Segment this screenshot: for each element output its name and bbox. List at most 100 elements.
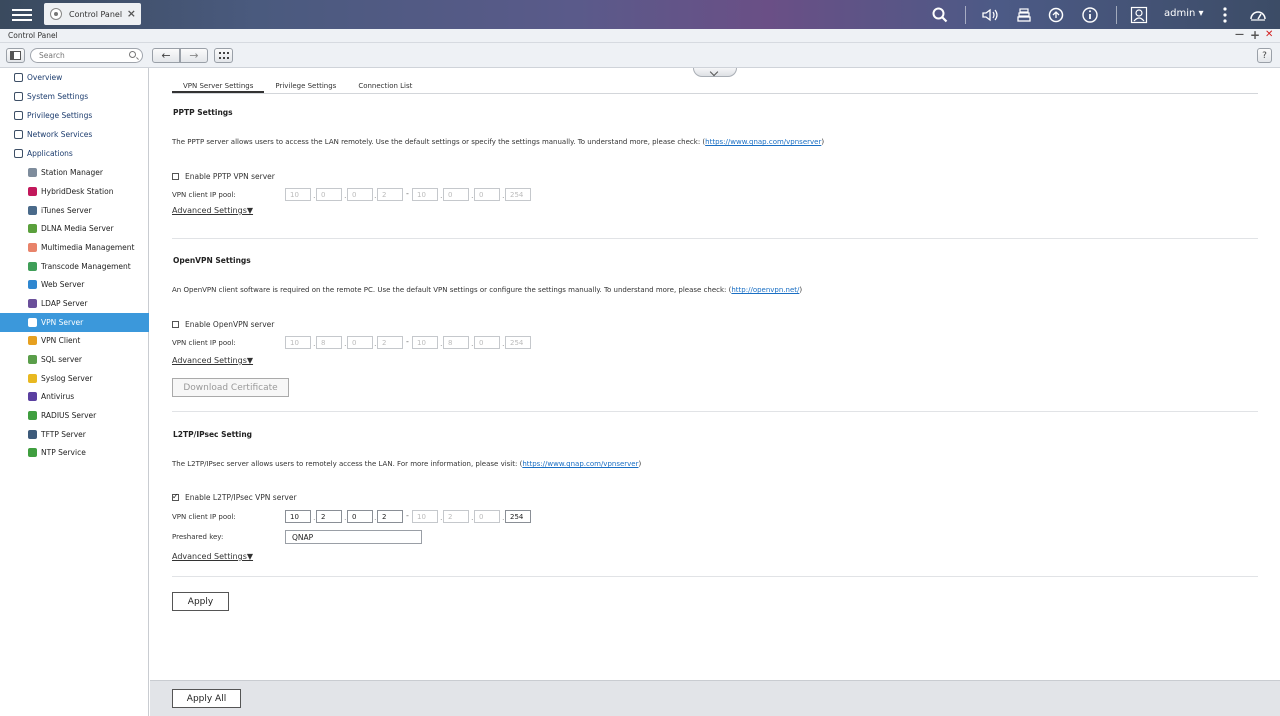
tab-privilege-settings[interactable]: Privilege Settings [264, 80, 347, 93]
tasks-icon[interactable] [1014, 5, 1034, 25]
openvpn-link[interactable]: http://openvpn.net/ [731, 286, 799, 294]
openvpn-ip-octet-input[interactable]: 254 [505, 336, 531, 349]
sidebar-item-web-server[interactable]: Web Server [0, 275, 149, 294]
sidebar-item-station-manager[interactable]: Station Manager [0, 163, 149, 182]
openvpn-ip-octet-input[interactable]: 0 [347, 336, 373, 349]
sidebar-item-privilege-settings[interactable]: Privilege Settings [0, 106, 149, 125]
pptp-ip-octet-input[interactable]: 0 [443, 188, 469, 201]
sidebar-item-multimedia-management[interactable]: Multimedia Management [0, 238, 149, 257]
close-tab-icon[interactable]: × [127, 7, 136, 20]
openvpn-ip-octet-input[interactable]: 2 [377, 336, 403, 349]
l2tp-enable-label: Enable L2TP/IPsec VPN server [185, 493, 297, 502]
forward-button[interactable]: → [180, 48, 208, 63]
l2tp-advanced-settings-link[interactable]: Advanced Settings▼ [172, 552, 253, 561]
pptp-ip-octet-input[interactable]: 10 [285, 188, 311, 201]
l2tp-enable-checkbox[interactable] [172, 492, 179, 501]
back-button[interactable]: ← [152, 48, 180, 63]
pptp-ip-octet-input[interactable]: 0 [474, 188, 500, 201]
control-panel-icon [50, 8, 62, 20]
pptp-ip-octet-input[interactable]: 0 [316, 188, 342, 201]
sidebar-icon [10, 51, 21, 60]
sidebar-item-hybriddesk-station[interactable]: HybridDesk Station [0, 182, 149, 201]
search-icon[interactable] [129, 51, 136, 58]
apps-grid-button[interactable] [214, 48, 233, 63]
dashboard-icon[interactable] [1248, 5, 1268, 25]
openvpn-desc-end: ) [799, 286, 803, 294]
user-menu[interactable]: admin ▾ [1164, 8, 1204, 19]
sidebar-item-sql-server[interactable]: SQL server [0, 350, 149, 369]
openvpn-ip-octet-input[interactable]: 10 [285, 336, 311, 349]
search-input[interactable] [39, 49, 129, 62]
pptp-desc-end: ) [821, 138, 825, 146]
sidebar-item-label: Multimedia Management [41, 243, 135, 252]
pptp-ip-octet-input[interactable]: 10 [412, 188, 438, 201]
sidebar-item-vpn-server[interactable]: VPN Server [0, 313, 149, 332]
sidebar-toggle-button[interactable] [6, 48, 25, 63]
openvpn-ip-octet-input[interactable]: 8 [443, 336, 469, 349]
pptp-ip-pool: 10 0 0 2 10 0 0 254...... - [150, 188, 1280, 203]
pptp-ip-octet-input[interactable]: 0 [347, 188, 373, 201]
pptp-ip-octet-input[interactable]: 2 [377, 188, 403, 201]
openvpn-ip-octet-input[interactable]: 10 [412, 336, 438, 349]
sidebar-item-ntp-service[interactable]: NTP Service [0, 443, 149, 462]
openvpn-advanced-settings-link[interactable]: Advanced Settings▼ [172, 356, 253, 365]
sidebar-item-overview[interactable]: Overview [0, 68, 149, 87]
download-certificate-button[interactable]: Download Certificate [172, 378, 289, 397]
main-menu-icon[interactable] [12, 6, 32, 24]
volume-icon[interactable] [980, 5, 1000, 25]
ip-dot-separator: . [344, 513, 347, 522]
preshared-key-input[interactable]: QNAP [285, 530, 422, 544]
close-window-icon[interactable]: ✕ [1265, 29, 1273, 40]
l2tp-ip-octet-input[interactable]: 0 [474, 510, 500, 523]
apply-all-button[interactable]: Apply All [172, 689, 241, 708]
window-title-bar: Control Panel — + ✕ [0, 28, 1280, 43]
pptp-enable-checkbox[interactable] [172, 173, 179, 180]
tab-title: Control Panel [69, 9, 123, 19]
pptp-ip-octet-input[interactable]: 254 [505, 188, 531, 201]
search-icon[interactable] [930, 5, 950, 25]
info-icon[interactable] [1080, 5, 1100, 25]
openvpn-ip-octet-input[interactable]: 8 [316, 336, 342, 349]
pptp-enable-label: Enable PPTP VPN server [185, 172, 275, 181]
sidebar-item-radius-server[interactable]: RADIUS Server [0, 406, 149, 425]
l2tp-link[interactable]: https://www.qnap.com/vpnserver [522, 460, 638, 468]
sidebar-item-tftp-server[interactable]: TFTP Server [0, 425, 149, 444]
user-icon[interactable] [1129, 5, 1149, 25]
sidebar-item-system-settings[interactable]: System Settings [0, 87, 149, 106]
ldap-icon [28, 299, 37, 308]
section-divider [172, 411, 1258, 412]
syslog-icon [28, 374, 37, 383]
tab-connection-list[interactable]: Connection List [347, 80, 423, 93]
sidebar-item-ldap-server[interactable]: LDAP Server [0, 294, 149, 313]
openvpn-ip-octet-input[interactable]: 0 [474, 336, 500, 349]
l2tp-ip-octet-input[interactable]: 2 [443, 510, 469, 523]
minimize-icon[interactable]: — [1235, 30, 1244, 40]
search-box[interactable] [30, 48, 143, 63]
sync-icon[interactable] [1046, 5, 1066, 25]
tab-vpn-server-settings[interactable]: VPN Server Settings [172, 80, 265, 93]
collapse-toggle-icon[interactable] [693, 68, 737, 77]
l2tp-ip-octet-input[interactable]: 2 [316, 510, 342, 523]
l2tp-ip-octet-input[interactable]: 0 [347, 510, 373, 523]
apply-button[interactable]: Apply [172, 592, 229, 611]
pptp-link[interactable]: https://www.qnap.com/vpnserver [705, 138, 821, 146]
openvpn-enable-checkbox[interactable] [172, 321, 179, 328]
more-icon[interactable] [1215, 5, 1235, 25]
multimedia-icon [28, 243, 37, 252]
sidebar-item-syslog-server[interactable]: Syslog Server [0, 369, 149, 388]
pptp-advanced-settings-link[interactable]: Advanced Settings▼ [172, 206, 253, 215]
l2tp-ip-octet-input[interactable]: 254 [505, 510, 531, 523]
sidebar-item-transcode-management[interactable]: Transcode Management [0, 257, 149, 276]
l2tp-ip-octet-input[interactable]: 10 [285, 510, 311, 523]
sidebar-item-applications[interactable]: Applications [0, 144, 149, 163]
l2tp-ip-octet-input[interactable]: 10 [412, 510, 438, 523]
l2tp-ip-octet-input[interactable]: 2 [377, 510, 403, 523]
sidebar-item-network-services[interactable]: Network Services [0, 125, 149, 144]
sidebar-item-dlna-media-server[interactable]: DLNA Media Server [0, 219, 149, 238]
sidebar-item-itunes-server[interactable]: iTunes Server [0, 201, 149, 220]
sidebar-item-vpn-client[interactable]: VPN Client [0, 331, 149, 350]
control-panel-tab[interactable]: Control Panel × [44, 3, 141, 25]
sidebar-item-antivirus[interactable]: Antivirus [0, 387, 149, 406]
maximize-icon[interactable]: + [1250, 28, 1260, 42]
help-button[interactable]: ? [1257, 48, 1272, 63]
